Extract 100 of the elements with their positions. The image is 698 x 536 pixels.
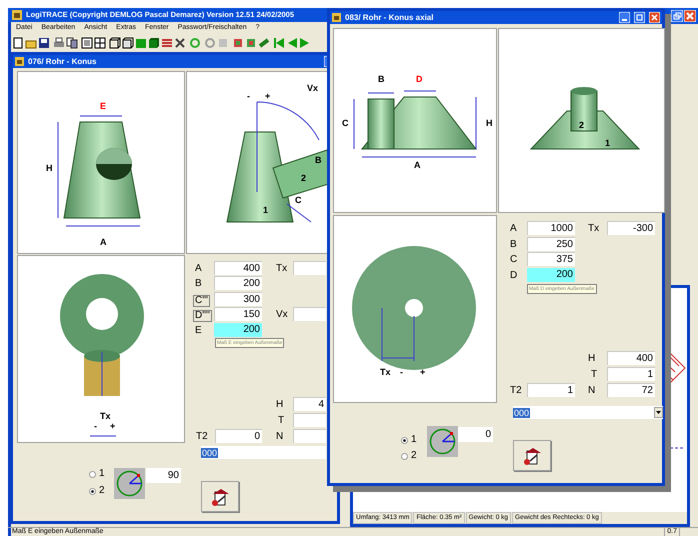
dimension-label: Tx — [380, 368, 391, 377]
stripes-icon[interactable] — [161, 36, 173, 48]
input-field[interactable]: 300 — [214, 292, 262, 306]
field-label: A — [195, 264, 202, 274]
cube-icon[interactable] — [148, 36, 160, 48]
field-label: C — [510, 255, 518, 265]
dropdown-button[interactable] — [654, 407, 663, 418]
first-icon[interactable] — [273, 36, 285, 48]
printer-icon[interactable] — [53, 36, 65, 48]
dimension-label: Vx — [307, 84, 318, 93]
close-icon — [649, 12, 660, 23]
input-field[interactable]: 72 — [607, 383, 655, 397]
dimension-label: + — [265, 92, 270, 101]
dimension-label: 2 — [301, 174, 306, 183]
input-field[interactable]: 400 — [214, 261, 262, 275]
input-field[interactable]: 200 — [214, 276, 262, 290]
field-label: B — [195, 279, 202, 289]
combo-box[interactable]: 000 — [513, 406, 663, 419]
cube-icon[interactable] — [109, 36, 121, 48]
combo-box[interactable]: 000 — [201, 446, 326, 459]
radio-label: 1 — [411, 435, 417, 445]
angle-dial-icon[interactable] — [427, 426, 458, 457]
field-label: T — [278, 416, 284, 426]
input-field[interactable]: 250 — [527, 237, 575, 251]
dimension-label: A — [100, 238, 106, 247]
document-pen-icon — [522, 446, 542, 464]
frame-icon[interactable] — [81, 36, 93, 48]
input-field[interactable]: 200 — [214, 323, 262, 337]
input-field[interactable]: 200 — [527, 268, 575, 282]
input-field[interactable] — [293, 307, 326, 321]
app-icon — [12, 10, 22, 20]
cube-icon[interactable] — [122, 36, 134, 48]
field-label: D'''' — [193, 310, 212, 322]
app-icon — [332, 13, 341, 22]
angle-field[interactable]: 90 — [146, 468, 181, 483]
field-label: Tx — [276, 264, 288, 274]
export-button[interactable] — [513, 440, 551, 471]
grid-icon[interactable] — [94, 36, 106, 48]
input-field[interactable]: 400 — [607, 351, 655, 365]
input-field[interactable]: 0 — [215, 429, 262, 443]
maximize-icon — [634, 12, 645, 23]
window-title: 076/ Rohr - Konus — [28, 56, 98, 68]
field-label: E — [195, 326, 202, 336]
input-field[interactable]: 150 — [214, 307, 262, 321]
radio-button[interactable] — [89, 488, 96, 494]
dimension-label: Tx — [100, 412, 111, 421]
field-label: H — [276, 400, 284, 410]
input-field[interactable]: 1000 — [527, 221, 575, 235]
app-icon — [15, 57, 24, 66]
document-pen-icon — [210, 488, 230, 506]
field-label: H — [588, 354, 596, 364]
dimension-label: + — [110, 422, 116, 431]
dimension-label: - — [94, 422, 97, 431]
dimension-label: B — [378, 75, 384, 84]
input-field[interactable]: 1 — [607, 367, 655, 381]
dimension-label: A — [414, 161, 420, 170]
dimension-label: 1 — [605, 139, 610, 148]
selected-text: 000 — [201, 448, 218, 458]
input-field[interactable]: 1 — [527, 383, 575, 397]
field-label: B — [510, 240, 517, 250]
next-icon[interactable] — [299, 36, 311, 48]
dimension-label: H — [486, 119, 492, 128]
dimension-label: 1 — [263, 206, 268, 215]
field-label: Vx — [276, 310, 288, 320]
input-field[interactable]: 375 — [527, 252, 575, 266]
radio-label: 2 — [99, 486, 105, 496]
restore-icon — [671, 10, 683, 22]
dimension-label: - — [247, 92, 250, 101]
dimension-label: B — [315, 156, 322, 165]
previous-icon[interactable] — [286, 36, 298, 48]
dimension-label: E — [100, 102, 106, 111]
field-label: D — [510, 271, 518, 281]
dimension-label: + — [420, 368, 426, 377]
field-label: Tx — [588, 224, 600, 234]
dimension-label: 2 — [579, 121, 584, 130]
save-icon[interactable] — [38, 36, 50, 48]
radio-button[interactable] — [401, 436, 408, 444]
input-field[interactable] — [293, 261, 326, 275]
close-icon — [684, 10, 696, 22]
input-field[interactable] — [293, 429, 326, 443]
input-field[interactable]: 4 — [293, 397, 326, 411]
dimension-label: C — [342, 119, 348, 128]
field-label: C''' — [193, 295, 210, 307]
input-field[interactable]: -300 — [607, 221, 655, 235]
field-label: T2 — [510, 386, 522, 396]
copy-icon[interactable] — [66, 36, 78, 48]
export-button[interactable] — [201, 481, 239, 512]
radio-label: 2 — [411, 451, 417, 461]
angle-dial-icon[interactable] — [114, 468, 145, 499]
field-label: N — [588, 386, 596, 396]
dimension-label: D — [416, 75, 422, 84]
field-label: A — [510, 224, 517, 234]
field-label: T2 — [196, 432, 208, 442]
dimension-label: - — [400, 368, 403, 377]
radio-button[interactable] — [401, 452, 408, 460]
caret-icon — [656, 411, 661, 414]
input-field[interactable] — [293, 413, 326, 427]
radio-button[interactable] — [89, 470, 96, 478]
angle-field[interactable]: 0 — [458, 427, 493, 442]
document-icon[interactable] — [12, 36, 24, 48]
